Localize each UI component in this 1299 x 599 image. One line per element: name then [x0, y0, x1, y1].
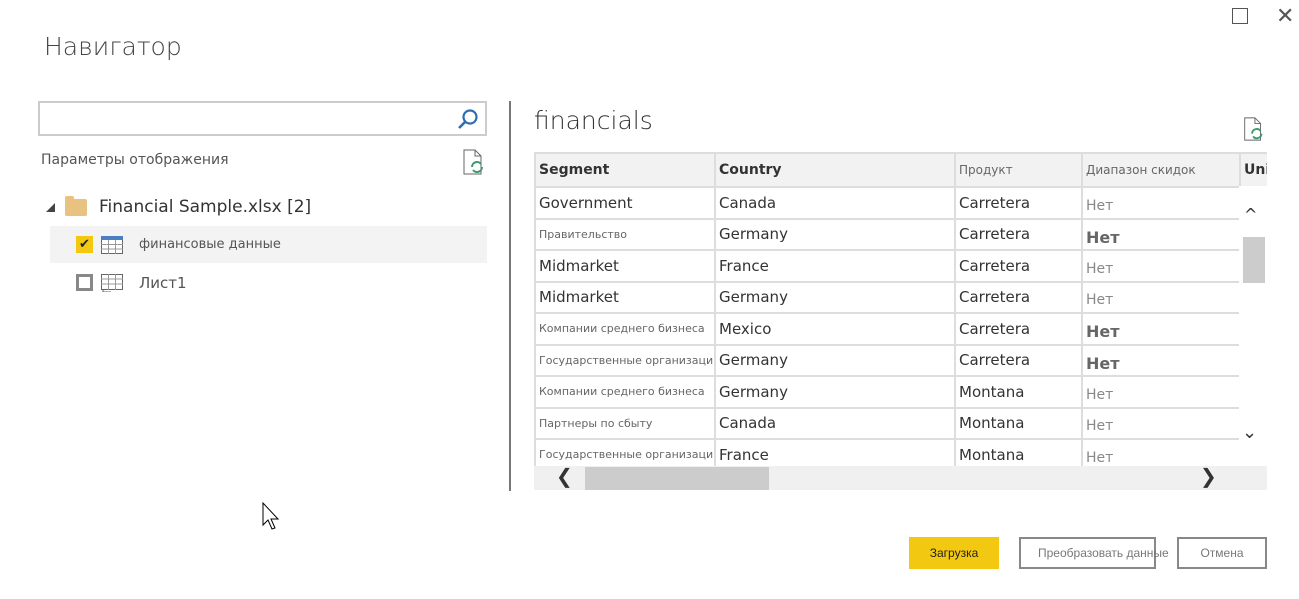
item-label: Лист1	[139, 273, 187, 292]
cell-discount-band: Нет	[1081, 249, 1241, 283]
cell-country: Germany	[714, 343, 956, 377]
refresh-icon[interactable]	[462, 148, 486, 176]
cell-segment: Государственные организации	[534, 343, 716, 377]
refresh-preview-icon[interactable]	[1242, 116, 1266, 142]
scroll-left-icon[interactable]: ❮	[556, 464, 573, 488]
preview-title: financials	[534, 106, 653, 135]
transform-data-button[interactable]: Преобразовать данные	[1019, 537, 1169, 569]
table-row: Midmarket Germany Carretera Нет	[534, 280, 1267, 314]
item-label: финансовые данные	[139, 237, 281, 252]
cell-country: France	[714, 249, 956, 283]
cell-segment: Midmarket	[534, 280, 716, 314]
cell-country: Germany	[714, 217, 956, 251]
cell-product: Montana	[954, 375, 1083, 409]
checkbox-checked[interactable]: ✔	[76, 236, 93, 253]
cell-country: Mexico	[714, 312, 956, 346]
cell-segment: Компании среднего бизнеса	[534, 312, 716, 346]
expand-triangle-icon[interactable]	[46, 202, 55, 212]
maximize-button[interactable]	[1232, 8, 1248, 24]
search-box[interactable]	[38, 101, 487, 136]
cell-country: Canada	[714, 406, 956, 440]
cell-segment: Midmarket	[534, 249, 716, 283]
column-header-units[interactable]: Uni	[1239, 152, 1267, 188]
cell-discount-band: Нет	[1081, 280, 1241, 314]
folder-icon	[65, 195, 87, 216]
table-row: Government Canada Carretera Нет	[534, 186, 1267, 220]
vertical-scroll-thumb[interactable]	[1243, 237, 1265, 283]
cell-discount-band: Нет	[1081, 375, 1241, 409]
cell-product: Carretera	[954, 343, 1083, 377]
search-input[interactable]	[46, 103, 446, 133]
dialog-title: Навигатор	[44, 32, 182, 61]
cell-product: Carretera	[954, 312, 1083, 346]
cell-product: Carretera	[954, 249, 1083, 283]
scroll-down-icon[interactable]: ⌄	[1242, 422, 1257, 443]
cell-discount-band: Нет	[1081, 438, 1241, 466]
cell-discount-band: Нет	[1081, 406, 1241, 440]
scroll-right-icon[interactable]: ❯	[1200, 464, 1217, 488]
cell-segment: Партнеры по сбыту	[534, 406, 716, 440]
cell-country: Germany	[714, 375, 956, 409]
cell-country: Germany	[714, 280, 956, 314]
table-row: Партнеры по сбыту Canada Montana Нет	[534, 406, 1267, 440]
load-button[interactable]: Загрузка	[909, 537, 999, 569]
tree-item-sheet1[interactable]: Лист1	[50, 264, 487, 301]
preview-table: Segment Country Продукт Диапазон скидок …	[534, 152, 1267, 466]
column-header-country[interactable]: Country	[714, 152, 956, 188]
sheet-icon	[101, 273, 123, 292]
panel-divider[interactable]	[509, 101, 511, 491]
display-options-dropdown[interactable]: Параметры отображения	[41, 152, 229, 168]
file-label: Financial Sample.xlsx [2]	[99, 197, 312, 217]
cell-product: Montana	[954, 406, 1083, 440]
checkbox-unchecked[interactable]	[76, 274, 93, 291]
scroll-up-icon[interactable]: ^	[1244, 205, 1257, 224]
cell-product: Montana	[954, 438, 1083, 466]
mouse-cursor-icon	[262, 502, 280, 530]
column-header-product[interactable]: Продукт	[954, 152, 1083, 188]
close-button[interactable]: ✕	[1276, 4, 1294, 29]
table-row: Компании среднего бизнеса Mexico Carretera…	[534, 312, 1267, 346]
table-row: Компании среднего бизнеса Germany Montana Н…	[534, 375, 1267, 409]
table-icon	[101, 235, 123, 254]
cell-segment: Правительство	[534, 217, 716, 251]
cell-discount-band: Нет	[1081, 217, 1241, 251]
cell-product: Carretera	[954, 217, 1083, 251]
search-icon[interactable]	[457, 108, 479, 130]
tree-item-financial-data[interactable]: ✔ финансовые данные	[50, 226, 487, 263]
close-icon: ✕	[1276, 4, 1295, 29]
cell-product: Carretera	[954, 186, 1083, 220]
cell-country: France	[714, 438, 956, 466]
cell-product: Carretera	[954, 280, 1083, 314]
cell-segment: Government	[534, 186, 716, 220]
cell-discount-band: Нет	[1081, 312, 1241, 346]
table-row: Государственные организации Germany Carret…	[534, 343, 1267, 377]
cell-discount-band: Нет	[1081, 343, 1241, 377]
table-row: Правительство Germany Carretera Нет	[534, 217, 1267, 251]
tree-node-file[interactable]: Financial Sample.xlsx [2]	[46, 195, 312, 217]
horizontal-scroll-thumb[interactable]	[585, 467, 769, 490]
column-header-discount-band[interactable]: Диапазон скидок	[1081, 152, 1241, 188]
table-row: Midmarket France Carretera Нет	[534, 249, 1267, 283]
cancel-button[interactable]: Отмена	[1177, 537, 1267, 569]
cell-discount-band: Нет	[1081, 186, 1241, 220]
column-header-segment[interactable]: Segment	[534, 152, 716, 188]
cell-segment: Государственные организации	[534, 438, 716, 466]
cell-country: Canada	[714, 186, 956, 220]
cell-segment: Компании среднего бизнеса	[534, 375, 716, 409]
table-row: Государственные организации France Montana…	[534, 438, 1267, 466]
